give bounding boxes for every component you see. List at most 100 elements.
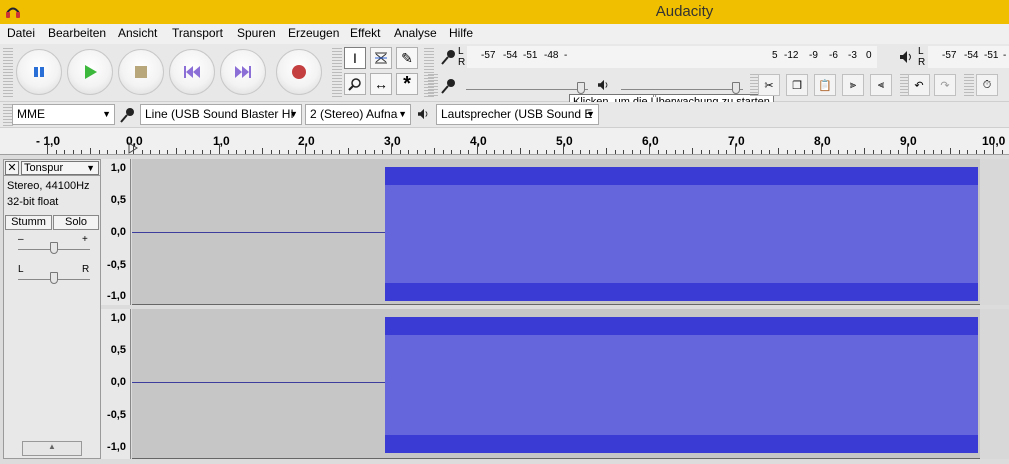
ruler-tick: [632, 150, 633, 154]
silence-button[interactable]: ⫷: [870, 74, 892, 96]
ruler-tick: [830, 150, 831, 154]
silence-icon: ⫷: [877, 78, 885, 91]
close-track-button[interactable]: ✕: [5, 161, 19, 175]
amplitude-label: -1,0: [107, 290, 126, 302]
toolbar-grip[interactable]: [3, 48, 13, 98]
microphone-icon[interactable]: [440, 48, 458, 66]
ruler-tick: [709, 150, 710, 154]
output-device-select[interactable]: Lautsprecher (USB Sound E ▼: [436, 104, 599, 125]
speaker-icon[interactable]: [899, 50, 915, 64]
solo-button[interactable]: Solo: [53, 215, 99, 230]
timeline-ruler[interactable]: - 1,0 0,0 1,0 2,0 3,0 4,0 5,0 6,0 7,0 8,…: [0, 128, 1009, 155]
audio-clip[interactable]: [385, 317, 978, 453]
track-end-area: [980, 159, 1009, 305]
amplitude-label: 0,0: [110, 376, 126, 388]
stop-button[interactable]: [118, 49, 164, 95]
ruler-tick: [744, 150, 745, 154]
meter-scale-label: -12: [784, 50, 799, 61]
ruler-tick: [589, 150, 590, 154]
amplitude-label: -0,5: [107, 259, 126, 271]
menu-transport[interactable]: Transport: [172, 26, 223, 40]
audio-clip[interactable]: [385, 167, 978, 301]
ruler-tick: [967, 150, 968, 154]
zoom-tool-button[interactable]: [344, 73, 366, 95]
toolbar-grip[interactable]: [428, 74, 438, 96]
paste-button[interactable]: 📋: [814, 74, 836, 96]
skip-to-end-button[interactable]: [220, 49, 266, 95]
ruler-tick: [314, 150, 315, 154]
timer-button[interactable]: ⏱: [976, 74, 998, 96]
silence-line: [132, 382, 385, 383]
ruler-tick: [855, 150, 856, 154]
waveform-peak-band: [385, 283, 978, 301]
menu-ansicht[interactable]: Ansicht: [118, 26, 157, 40]
channel-1-amplitude-ruler[interactable]: 1,0 0,5 0,0 -0,5 -1,0: [101, 159, 131, 305]
playback-volume-icon: [598, 79, 608, 91]
ruler-label: 2,0: [298, 134, 315, 148]
record-button[interactable]: [276, 49, 322, 95]
channel-2-waveform[interactable]: [132, 309, 1009, 459]
collapse-track-button[interactable]: ▲: [22, 441, 82, 456]
audio-host-select[interactable]: MME ▼: [12, 104, 115, 125]
ruler-tick: [890, 150, 891, 154]
timeshift-tool-button[interactable]: ↔: [370, 73, 392, 95]
play-meter-channel-right: R: [918, 57, 926, 68]
selection-tool-button[interactable]: I: [344, 47, 366, 69]
track-name-menu[interactable]: Tonspur ▼: [21, 161, 99, 175]
meter-scale-label: 5: [772, 50, 778, 61]
playback-volume-slider[interactable]: [621, 74, 743, 96]
toolbar-grip[interactable]: [964, 74, 974, 96]
amplitude-label: -1,0: [107, 441, 126, 453]
envelope-tool-button[interactable]: [370, 47, 392, 69]
ruler-tick: [56, 150, 57, 154]
input-device-select[interactable]: Line (USB Sound Blaster HI ▼: [140, 104, 302, 125]
menu-spuren[interactable]: Spuren: [237, 26, 276, 40]
ruler-tick: [683, 150, 684, 154]
playback-meter[interactable]: -57 -54 -51 -: [928, 46, 1009, 68]
ruler-tick: [597, 150, 598, 154]
ruler-tick: [1002, 150, 1003, 154]
silence-line: [132, 232, 385, 233]
undo-button[interactable]: ↶: [908, 74, 930, 96]
play-button[interactable]: [67, 49, 113, 95]
ruler-tick: [649, 144, 650, 154]
skip-to-start-button[interactable]: [169, 49, 215, 95]
redo-button[interactable]: ↷: [934, 74, 956, 96]
menu-datei[interactable]: Datei: [7, 26, 35, 40]
channel-1-waveform[interactable]: [132, 159, 1009, 305]
menu-hilfe[interactable]: Hilfe: [449, 26, 473, 40]
pencil-icon: ✎: [401, 49, 413, 66]
trim-icon: ⫸: [849, 78, 857, 91]
close-icon: ✕: [7, 162, 17, 174]
pause-button[interactable]: [16, 49, 62, 95]
slider-thumb[interactable]: [732, 82, 740, 94]
ruler-tick: [615, 150, 616, 154]
menu-erzeugen[interactable]: Erzeugen: [288, 26, 339, 40]
gain-slider[interactable]: [18, 234, 90, 256]
slider-thumb[interactable]: [50, 272, 58, 284]
ruler-tick: [228, 150, 229, 154]
ruler-tick: [666, 150, 667, 154]
record-meter[interactable]: -57 -54 -51 -48 - 5 -12 -9 -6 -3 0: [467, 46, 877, 68]
ruler-label: 1,0: [213, 134, 230, 148]
pan-slider[interactable]: [18, 264, 90, 286]
ruler-tick: [245, 150, 246, 154]
ruler-tick: [185, 150, 186, 154]
menu-effekt[interactable]: Effekt: [350, 26, 380, 40]
input-channels-select[interactable]: 2 (Stereo) Aufna ▼: [305, 104, 411, 125]
channel-2-amplitude-ruler[interactable]: 1,0 0,5 0,0 -0,5 -1,0: [101, 309, 131, 459]
multi-tool-button[interactable]: *: [396, 73, 418, 95]
copy-button[interactable]: ❐: [786, 74, 808, 96]
chevron-down-icon: ▼: [86, 163, 95, 173]
ruler-tick: [210, 150, 211, 154]
menu-bearbeiten[interactable]: Bearbeiten: [48, 26, 106, 40]
draw-tool-button[interactable]: ✎: [396, 47, 418, 69]
trim-button[interactable]: ⫸: [842, 74, 864, 96]
slider-thumb[interactable]: [577, 82, 585, 94]
toolbar-grip[interactable]: [332, 48, 342, 98]
menu-analyse[interactable]: Analyse: [394, 26, 437, 40]
cut-button[interactable]: ✂: [758, 74, 780, 96]
slider-thumb[interactable]: [50, 242, 58, 254]
mute-button[interactable]: Stumm: [5, 215, 52, 230]
record-volume-slider[interactable]: [466, 74, 588, 96]
